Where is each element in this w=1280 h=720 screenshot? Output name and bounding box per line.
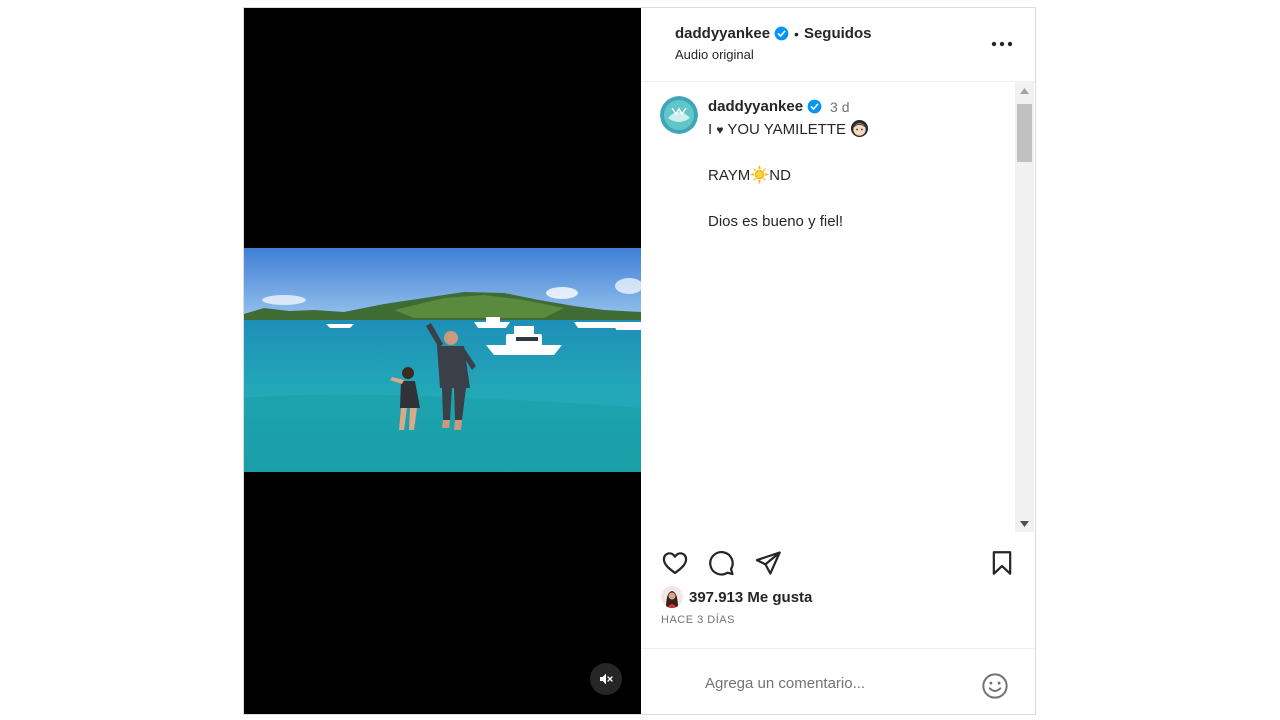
comment-composer <box>641 648 1035 715</box>
header-separator: • <box>794 25 799 42</box>
post-date[interactable]: HACE 3 DÍAS <box>661 614 735 626</box>
comments-scrollbar[interactable] <box>1015 82 1034 532</box>
comment-icon <box>709 551 734 576</box>
audio-link[interactable]: Audio original <box>675 47 754 62</box>
triangle-up-icon <box>1020 87 1029 94</box>
scroll-down-arrow[interactable] <box>1015 515 1034 532</box>
more-options-icon <box>991 41 1013 47</box>
save-button[interactable] <box>987 548 1017 578</box>
comments-area: daddyyankee 3 d I ♥ YOU YAMILETTE RAYM ND… <box>641 82 1035 532</box>
video-frame <box>244 248 641 472</box>
author-avatar[interactable] <box>660 96 698 134</box>
caption-time[interactable]: 3 d <box>830 99 849 115</box>
emoji-picker-button[interactable] <box>980 671 1010 701</box>
caption-line-2: RAYM ND <box>708 165 869 190</box>
likes-count[interactable]: 397.913 Me gusta <box>689 589 812 606</box>
verified-badge-icon <box>774 26 789 41</box>
video-player[interactable] <box>244 8 641 714</box>
liker-avatar <box>661 586 683 608</box>
caption-line-1: I ♥ YOU YAMILETTE <box>708 119 869 144</box>
caption-line-2-suffix: ND <box>769 167 791 184</box>
more-options-button[interactable] <box>987 34 1017 54</box>
header-author-row: daddyyankee • Seguidos <box>675 25 871 42</box>
sun-emoji-icon <box>750 165 770 190</box>
caption-username-link[interactable]: daddyyankee <box>708 98 803 115</box>
header-username-link[interactable]: daddyyankee <box>675 25 770 42</box>
like-button[interactable] <box>660 548 690 578</box>
post-actions <box>641 546 1035 582</box>
caption-line-1-suffix: YOU YAMILETTE <box>723 121 847 138</box>
emoji-icon <box>982 673 1008 699</box>
following-button[interactable]: Seguidos <box>804 25 872 42</box>
caption-line-2-prefix: RAYM <box>708 167 751 184</box>
scrollbar-thumb[interactable] <box>1017 104 1032 162</box>
post-side-panel: daddyyankee • Seguidos Audio original da… <box>641 8 1035 714</box>
bookmark-icon <box>992 551 1012 575</box>
caption-line-3: Dios es bueno y fiel! <box>708 213 844 230</box>
scroll-up-arrow[interactable] <box>1015 82 1034 99</box>
mute-toggle-button[interactable] <box>590 663 622 695</box>
heart-icon <box>662 552 688 575</box>
woman-emoji-icon <box>850 119 869 144</box>
instagram-post: daddyyankee • Seguidos Audio original da… <box>243 7 1036 715</box>
muted-speaker-icon <box>600 673 613 685</box>
comment-input[interactable] <box>703 671 967 695</box>
likes-row[interactable]: 397.913 Me gusta <box>661 586 812 608</box>
share-button[interactable] <box>753 548 783 578</box>
post-caption: I ♥ YOU YAMILETTE RAYM ND Dios es bueno y… <box>708 119 869 253</box>
comment-button[interactable] <box>706 548 736 578</box>
caption-author-row: daddyyankee 3 d <box>708 98 850 115</box>
verified-badge-icon <box>807 99 822 114</box>
send-icon <box>755 551 781 575</box>
post-header: daddyyankee • Seguidos Audio original <box>641 8 1035 82</box>
triangle-down-icon <box>1020 520 1029 527</box>
